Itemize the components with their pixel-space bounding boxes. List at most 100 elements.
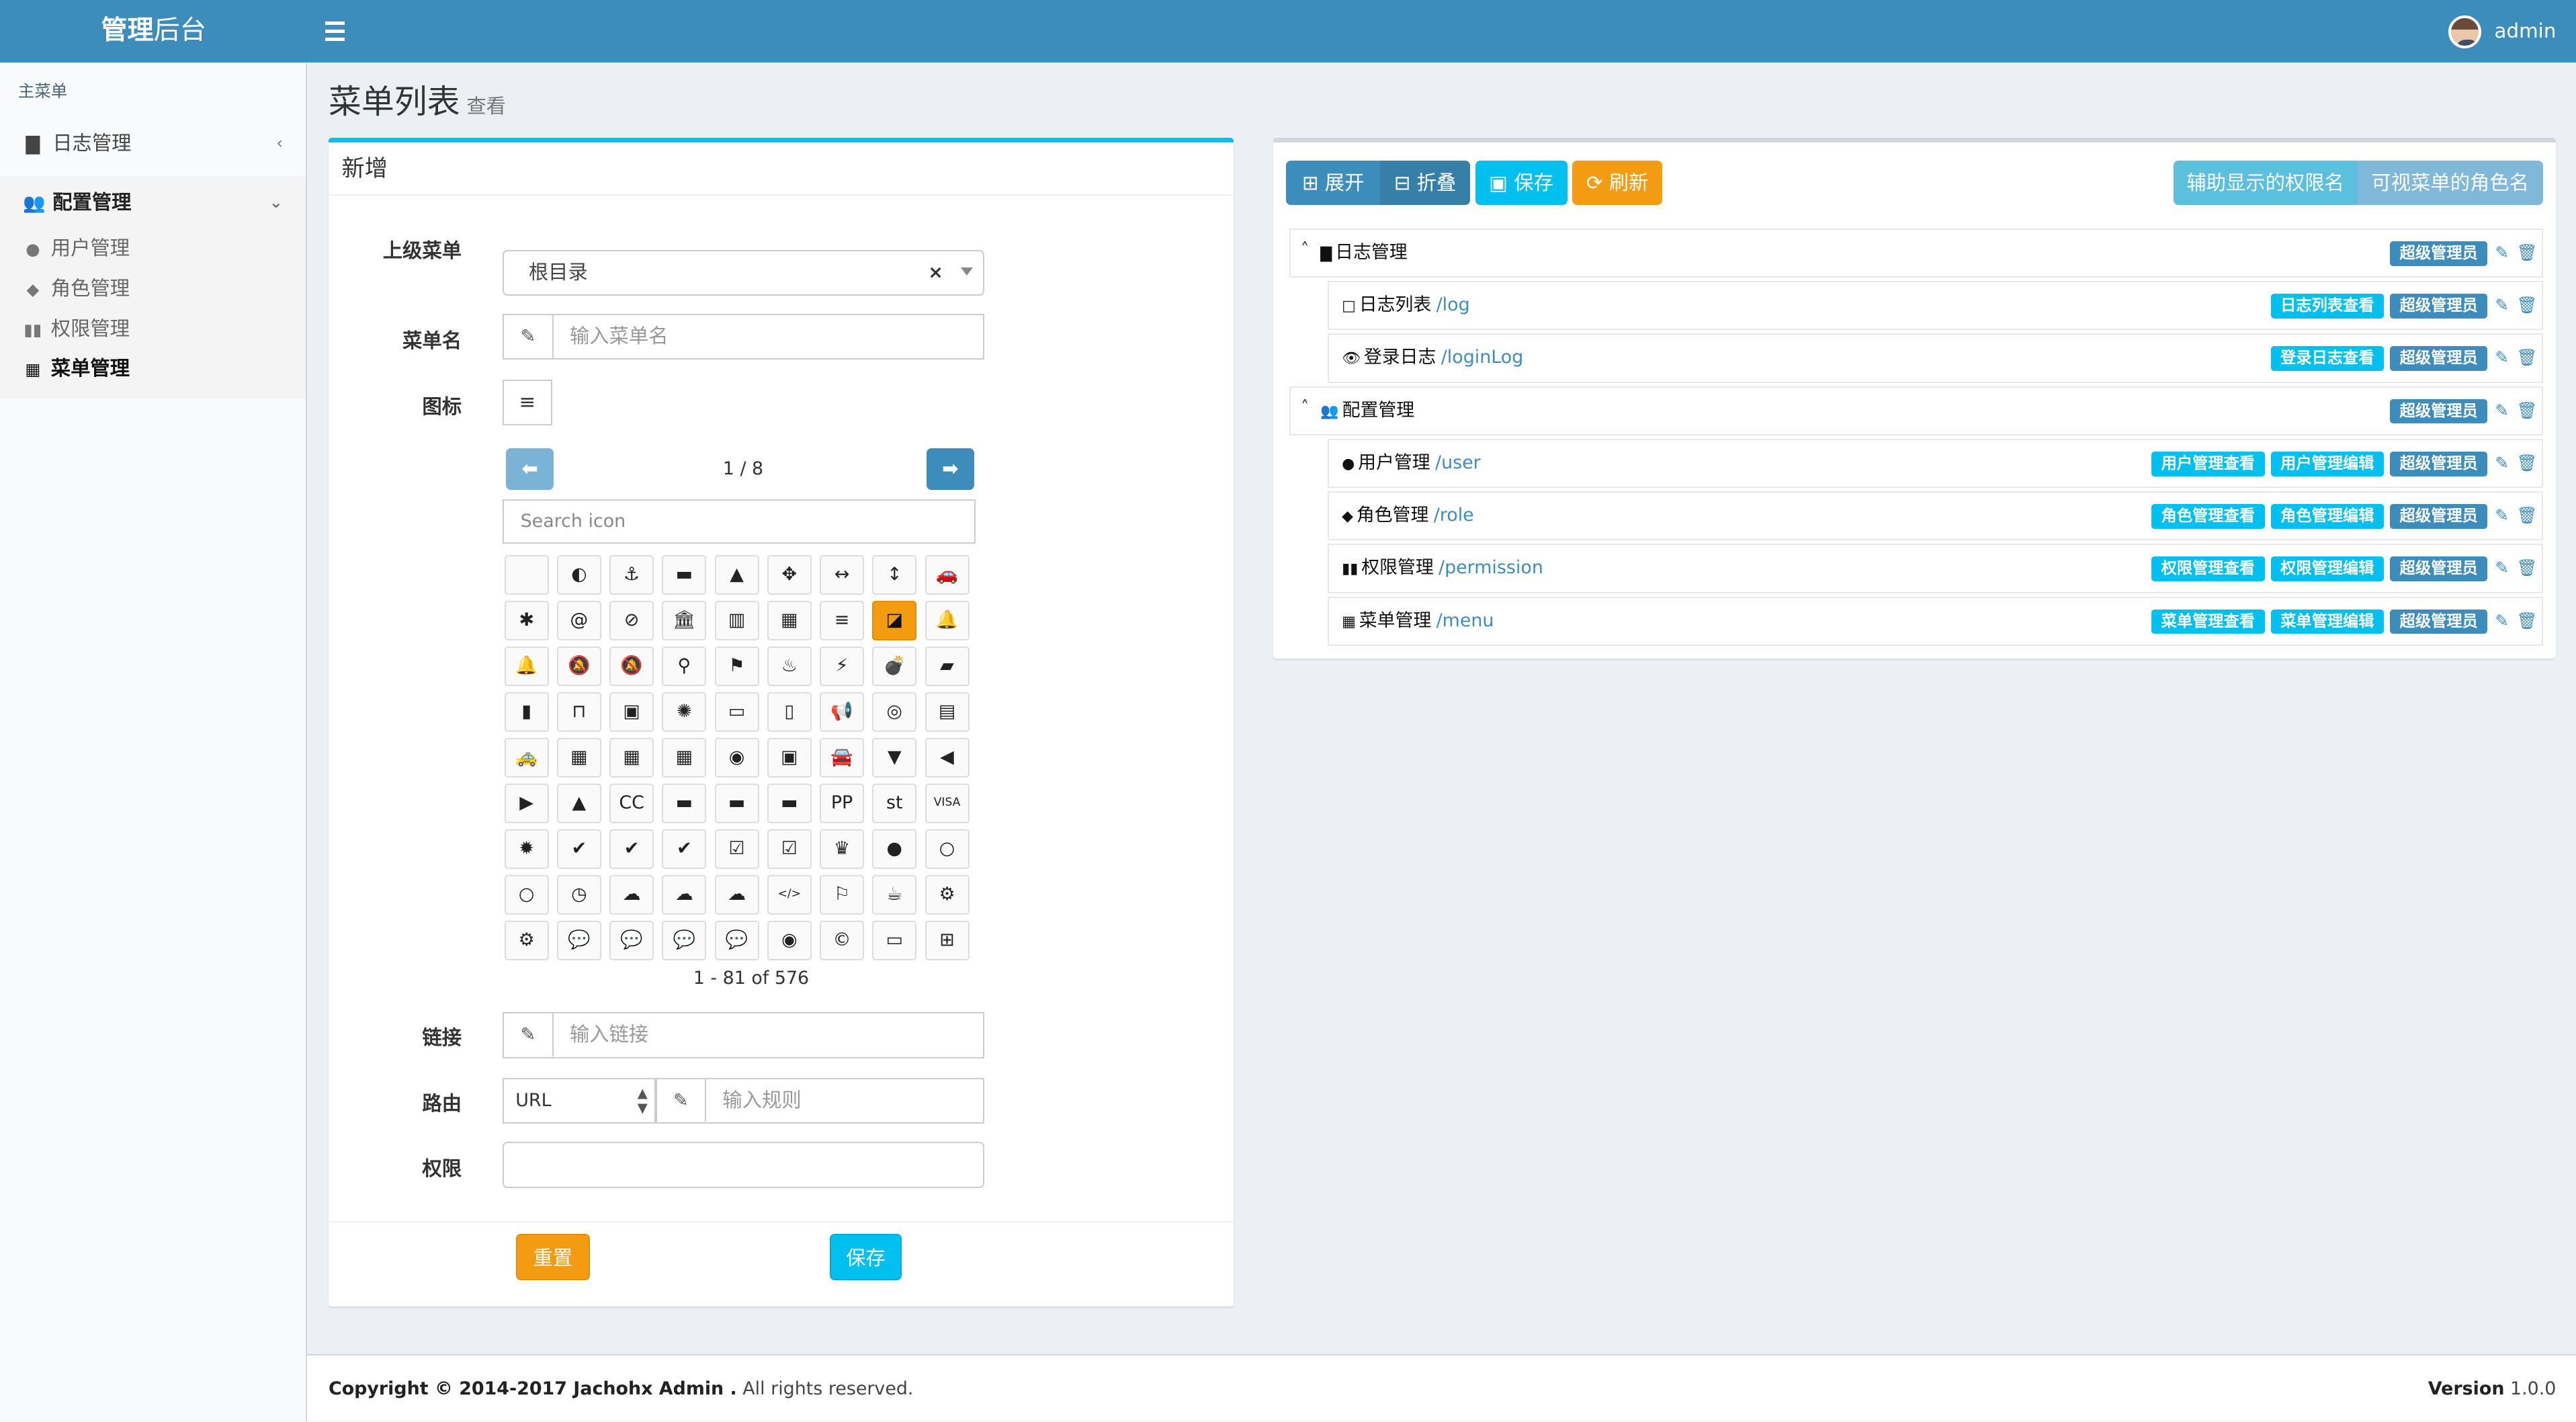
icon-grid-cell[interactable]: ▮ [504, 692, 549, 732]
icon-grid-cell[interactable]: 📢 [820, 692, 865, 732]
icon-grid-cell[interactable]: @ [556, 601, 601, 641]
edit-icon[interactable]: ✎ [2495, 440, 2508, 486]
icon-grid-cell[interactable]: 🔔 [504, 646, 549, 687]
edit-icon[interactable]: ✎ [2495, 230, 2508, 276]
parent-menu-select[interactable]: 根目录 × [503, 249, 984, 296]
tree-item-row[interactable]: □ 日志列表/log 超级管理员 日志列表查看 ✎ 🗑 [1327, 281, 2543, 331]
expand-all-button[interactable]: ⊞ 展开 [1286, 161, 1380, 206]
icon-grid-cell[interactable]: 🔕 [609, 646, 654, 687]
icon-grid-cell[interactable]: ◀ [925, 738, 970, 778]
reset-button[interactable]: 重置 [515, 1234, 590, 1280]
icon-grid-cell[interactable]: ✔ [609, 829, 654, 869]
icon-grid-cell[interactable]: 🚕 [504, 738, 549, 778]
route-type-select[interactable]: URL ▲ ▼ [503, 1077, 656, 1124]
route-rule-field[interactable]: ✎ 输入规则 [655, 1077, 984, 1124]
icon-grid-cell[interactable]: ▼ [872, 738, 917, 778]
trash-icon[interactable]: 🗑 [2516, 598, 2537, 644]
sidebar-item-users[interactable]: ● 用户管理 [0, 228, 306, 269]
tree-item-row[interactable]: ● 用户管理/user 超级管理员 用户管理编辑 用户管理查看 ✎ 🗑 [1327, 438, 2543, 489]
icon-grid-cell[interactable]: ▣ [767, 738, 812, 778]
icon-grid-cell[interactable]: 🔕 [556, 646, 601, 687]
menu-name-field[interactable]: ✎ 输入菜单名 [503, 313, 984, 360]
app-logo[interactable]: 管理后台 [0, 0, 307, 62]
icon-grid-cell[interactable]: ⚙ [925, 875, 970, 915]
icon-grid-cell[interactable]: ▤ [925, 692, 970, 732]
icon-grid-cell[interactable]: st [872, 784, 917, 823]
refresh-button[interactable]: ⟳ 刷新 [1572, 161, 1663, 206]
icon-grid-cell[interactable]: ♨ [767, 646, 812, 687]
icon-grid-cell[interactable]: 💬 [662, 921, 707, 960]
icon-grid-cell[interactable]: ▲ [714, 555, 759, 595]
icon-grid-cell[interactable]: ◎ [872, 692, 917, 732]
icon-grid-cell[interactable]: ↕ [872, 555, 917, 595]
permission-field[interactable] [503, 1142, 984, 1188]
icon-grid-cell[interactable]: ✔ [556, 829, 601, 869]
icon-next-page-button[interactable]: ➡ [926, 448, 974, 490]
link-field[interactable]: ✎ 输入链接 [503, 1012, 984, 1058]
icon-grid-cell[interactable]: ♛ [820, 829, 865, 869]
sidebar-item-config[interactable]: 👥 配置管理 ⌄ [0, 175, 306, 228]
icon-grid-cell[interactable]: ▦ [662, 738, 707, 778]
icon-search-input[interactable]: Search icon [503, 499, 976, 544]
icon-grid-cell[interactable]: ✥ [767, 555, 812, 595]
tree-item-row[interactable]: ◆ 角色管理/role 超级管理员 角色管理编辑 角色管理查看 ✎ 🗑 [1327, 491, 2543, 541]
icon-grid-cell[interactable]: 💬 [609, 921, 654, 960]
icon-grid-cell[interactable]: 💬 [714, 921, 759, 960]
icon-grid-cell[interactable]: ▬ [767, 784, 812, 823]
icon-grid-cell[interactable]: © [820, 921, 865, 960]
icon-grid-cell[interactable]: ▦ [767, 601, 812, 641]
icon-grid-cell[interactable] [504, 555, 549, 595]
sidebar-item-roles[interactable]: ◆ 角色管理 [0, 269, 306, 309]
clear-selection-icon[interactable]: × [928, 251, 943, 294]
edit-icon[interactable]: ✎ [2495, 388, 2508, 433]
tree-item-row[interactable]: ▮▮ 权限管理/permission 超级管理员 权限管理编辑 权限管理查看 ✎ 🗑 [1327, 544, 2543, 593]
trash-icon[interactable]: 🗑 [2516, 388, 2537, 433]
icon-grid-cell[interactable]: 💣 [872, 646, 917, 687]
trash-icon[interactable]: 🗑 [2516, 282, 2537, 328]
icon-grid-cell[interactable]: VISA [925, 784, 970, 823]
icon-grid-cell[interactable]: ▦ [609, 738, 654, 778]
icon-grid-cell[interactable]: ◉ [714, 738, 759, 778]
sidebar-item-permissions[interactable]: ▮▮ 权限管理 [0, 309, 306, 349]
collapse-all-button[interactable]: ⊟ 折叠 [1379, 161, 1471, 206]
icon-grid-cell[interactable]: 🔔 [925, 601, 970, 641]
user-menu[interactable]: admin [2448, 11, 2556, 51]
icon-grid-cell[interactable]: ☑ [714, 829, 759, 869]
icon-grid-cell[interactable]: ◪ [872, 601, 917, 641]
icon-grid-cell[interactable]: ▥ [714, 601, 759, 641]
icon-grid-cell[interactable]: ▬ [714, 784, 759, 823]
icon-grid-cell[interactable]: ☁ [662, 875, 707, 915]
icon-prev-page-button[interactable]: ⬅ [506, 448, 554, 490]
icon-grid-cell[interactable]: ◉ [767, 921, 812, 960]
icon-grid-cell[interactable]: ▣ [609, 692, 654, 732]
trash-icon[interactable]: 🗑 [2516, 230, 2537, 276]
sidebar-item-menus[interactable]: ▦ 菜单管理 [0, 349, 306, 389]
icon-grid-cell[interactable]: 🚗 [925, 555, 970, 595]
icon-grid-cell[interactable]: ↔ [820, 555, 865, 595]
edit-icon[interactable]: ✎ [2495, 545, 2508, 591]
icon-grid-cell[interactable]: ☕ [872, 875, 917, 915]
icon-grid-cell[interactable]: ▲ [556, 784, 601, 823]
icon-grid-cell[interactable]: ▰ [925, 646, 970, 687]
sidebar-toggle-icon[interactable] [325, 16, 345, 46]
icon-grid-cell[interactable]: ▯ [767, 692, 812, 732]
form-save-button[interactable]: 保存 [829, 1234, 902, 1280]
show-role-names-button[interactable]: 可视菜单的角色名 [2357, 161, 2543, 206]
trash-icon[interactable]: 🗑 [2516, 493, 2537, 538]
tree-item-row[interactable]: ▦ 菜单管理/menu 超级管理员 菜单管理编辑 菜单管理查看 ✎ 🗑 [1327, 596, 2543, 646]
edit-icon[interactable]: ✎ [2495, 282, 2508, 328]
icon-grid-cell[interactable]: PP [820, 784, 865, 823]
sidebar-item-log[interactable]: ▇ 日志管理 ‹ [0, 117, 306, 169]
icon-grid-cell[interactable]: ○ [504, 875, 549, 915]
edit-icon[interactable]: ✎ [2495, 335, 2508, 380]
icon-grid-cell[interactable]: ✔ [662, 829, 707, 869]
icon-grid-cell[interactable]: ✺ [662, 692, 707, 732]
icon-grid-cell[interactable]: ⊞ [925, 921, 970, 960]
icon-grid-cell[interactable]: ▬ [662, 784, 707, 823]
icon-grid-cell[interactable]: ☑ [767, 829, 812, 869]
trash-icon[interactable]: 🗑 [2516, 545, 2537, 591]
icon-grid-cell[interactable]: ⚲ [662, 646, 707, 687]
icon-grid-cell[interactable]: ⚐ [820, 875, 865, 915]
icon-grid-cell[interactable]: ☁ [609, 875, 654, 915]
icon-grid-cell[interactable]: ☁ [714, 875, 759, 915]
